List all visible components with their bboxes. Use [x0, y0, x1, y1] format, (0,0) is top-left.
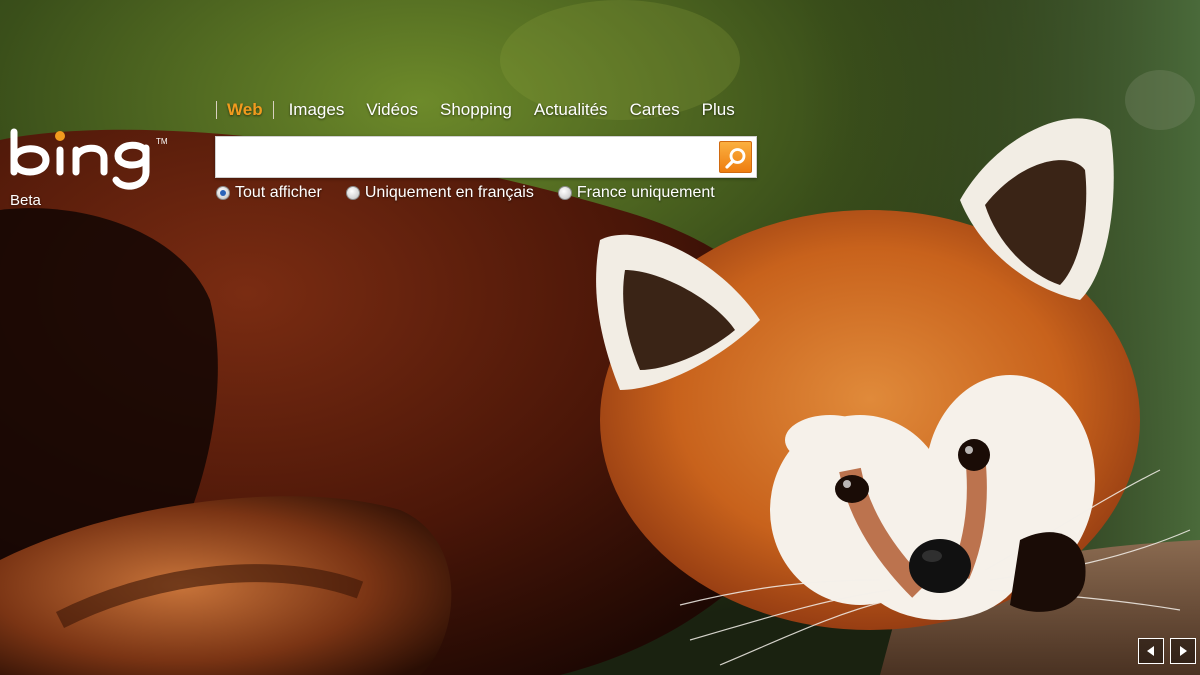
nav-shopping[interactable]: Shopping [440, 100, 512, 120]
search-input[interactable] [220, 141, 716, 173]
scope-france-uniquement[interactable]: France uniquement [557, 184, 715, 202]
next-image-button[interactable] [1170, 638, 1196, 664]
search-icon [725, 148, 746, 169]
nav-images[interactable]: Images [289, 100, 345, 120]
scope-label: France uniquement [576, 184, 715, 201]
scope-label: Uniquement en français [364, 184, 534, 201]
previous-image-button[interactable] [1138, 638, 1164, 664]
bing-wordmark: TM [10, 128, 168, 190]
top-nav: Web Images Vidéos Shopping Actualités Ca… [216, 98, 757, 122]
beta-label: Beta [10, 192, 41, 209]
nav-web[interactable]: Web [227, 100, 263, 120]
previous-image-icon [1147, 646, 1154, 656]
nav-divider [272, 101, 274, 119]
radio-button[interactable] [216, 186, 230, 200]
nav-videos[interactable]: Vidéos [366, 100, 418, 120]
search-box [215, 136, 757, 178]
nav-actualites[interactable]: Actualités [534, 100, 608, 120]
nav-plus[interactable]: Plus [702, 100, 735, 120]
scope-uniquement-en-francais[interactable]: Uniquement en français [345, 184, 534, 202]
next-image-icon [1180, 646, 1187, 656]
radio-button[interactable] [345, 186, 360, 200]
scope-label: Tout afficher [235, 184, 322, 201]
bing-logo[interactable]: TM Beta [8, 126, 183, 216]
search-button[interactable] [719, 141, 752, 173]
homepage: TM Beta Web Images Vidéos Shopping Actua… [0, 0, 1200, 675]
radio-button[interactable] [557, 186, 572, 200]
search-scope: Tout afficher Uniquement en français Fra… [216, 184, 739, 202]
svg-text:TM: TM [156, 137, 168, 146]
nav-cartes[interactable]: Cartes [630, 100, 680, 120]
nav-divider [216, 101, 217, 119]
scope-tout-afficher[interactable]: Tout afficher [216, 184, 322, 202]
